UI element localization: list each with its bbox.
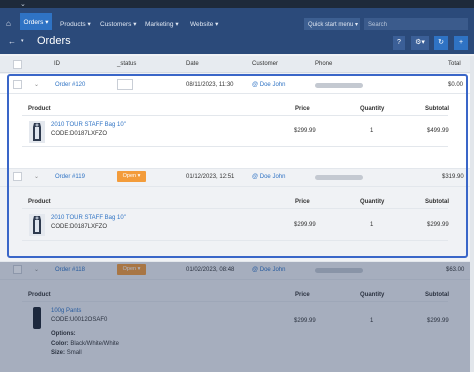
window-top-strip: ⌄ — [0, 0, 474, 8]
home-icon[interactable]: ⌂ — [6, 19, 11, 28]
column-header-customer[interactable]: Customer — [252, 61, 278, 67]
back-arrow-icon[interactable]: ← — [8, 37, 16, 46]
refresh-button[interactable]: ↻ — [434, 36, 448, 50]
help-icon: ? — [397, 39, 401, 46]
scrollbar[interactable] — [470, 56, 474, 372]
dim-overlay — [0, 262, 474, 372]
column-header-id[interactable]: ID — [54, 61, 60, 67]
refresh-icon: ↻ — [438, 39, 444, 46]
nav-item-website[interactable]: Website ▾ — [190, 20, 218, 28]
orders-table-header — [0, 56, 474, 73]
column-header-phone[interactable]: Phone — [315, 61, 332, 67]
nav-item-marketing[interactable]: Marketing ▾ — [145, 20, 179, 28]
plus-icon: + — [458, 39, 464, 46]
column-header-date[interactable]: Date — [186, 61, 199, 67]
add-order-button[interactable]: + — [454, 36, 468, 50]
page-title: Orders — [37, 35, 71, 47]
chevron-down-icon[interactable]: ⌄ — [20, 0, 26, 8]
selection-highlight — [7, 74, 468, 258]
gear-icon: ⚙ — [415, 39, 422, 46]
nav-item-products[interactable]: Products ▾ — [60, 20, 91, 28]
nav-item-customers[interactable]: Customers ▾ — [100, 20, 137, 28]
select-all-checkbox[interactable] — [13, 60, 22, 69]
column-header-total[interactable]: Total — [448, 61, 461, 67]
chevron-down-icon[interactable]: ▾ — [21, 38, 24, 44]
help-button[interactable]: ? — [393, 36, 405, 50]
settings-button[interactable]: ⚙▾ — [411, 36, 429, 50]
column-header-status[interactable]: _status — [117, 61, 136, 67]
